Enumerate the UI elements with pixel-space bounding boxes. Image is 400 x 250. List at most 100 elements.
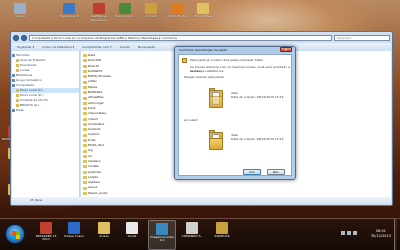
- file-name: models: [88, 164, 99, 169]
- drive-icon: [16, 104, 19, 107]
- desktop-icon-label: HyperSnap 6: [59, 14, 79, 18]
- folder-icon: [83, 149, 87, 153]
- nav-item-label: Rede: [16, 108, 24, 112]
- taskbar-item[interactable]: ImageConverter 4.0: [148, 220, 176, 250]
- desktop-icon[interactable]: HyperSnap 6: [56, 3, 82, 19]
- folder-icon: [83, 96, 87, 100]
- nav-section-icon: [12, 84, 15, 87]
- desktop-icon-label: Fotografias: [194, 14, 212, 18]
- folder-icon: [83, 101, 87, 105]
- folder-icon: [83, 165, 87, 169]
- file-name: DirectX: [88, 63, 100, 68]
- taskbar-item[interactable]: Gmail: [118, 220, 146, 250]
- taskbar-item-label: Avisos: [99, 234, 109, 238]
- file-name: Direct3D: [88, 58, 102, 63]
- with-label: por esta?: [184, 118, 198, 122]
- desktop-icon[interactable]: Fotografias: [190, 3, 216, 19]
- nav-item-label: Locais: [20, 68, 30, 72]
- clock[interactable]: 06:01 30/12/2013: [371, 229, 391, 238]
- toolbar-button[interactable]: Gravar: [120, 45, 130, 49]
- taskbar-item-label: Picasa 3 Iaus: [64, 234, 84, 238]
- nav-section-icon: [12, 54, 15, 57]
- drive-icon: [16, 99, 19, 102]
- toolbar-button[interactable]: Incluir na biblioteca ▾: [42, 45, 74, 49]
- network-icon[interactable]: [347, 231, 351, 235]
- volume-icon[interactable]: [353, 231, 357, 235]
- file-name: log: [88, 148, 93, 153]
- windows-flag-icon: [12, 231, 20, 239]
- drive-icon: [16, 94, 19, 97]
- taskbar-item[interactable]: DESKARBS 13 2013: [32, 220, 60, 250]
- folder-icon: [83, 64, 87, 68]
- yes-button[interactable]: Sim: [243, 169, 261, 175]
- file-name: shaders: [88, 180, 100, 185]
- nav-item[interactable]: Rede: [12, 108, 79, 113]
- desktop-icon[interactable]: Mozilla Firefox: [164, 3, 190, 19]
- incoming-folder-date: Data de criação: 08/12/2010 15:15: [231, 137, 284, 141]
- folder-icon: [83, 59, 87, 63]
- dialog-question: Deseja mesclar esta pasta: [184, 75, 224, 79]
- dialog-line-1: Esta pasta já contém uma pasta chamada '…: [190, 58, 265, 62]
- nav-item-label: Computador: [16, 83, 35, 87]
- tray-icons: [341, 231, 357, 235]
- file-name: artmonger: [88, 100, 104, 105]
- folder-icon: [83, 107, 87, 111]
- folder-icon: [83, 138, 87, 142]
- dialog-line-3: se deseja substituí-los.: [190, 69, 225, 73]
- toolbar-button[interactable]: Compartilhar com ▾: [82, 45, 111, 49]
- back-arrow-icon[interactable]: [13, 35, 19, 41]
- clock-date: 30/12/2013: [370, 233, 391, 238]
- taskbar-item[interactable]: COMANDO S..: [178, 220, 206, 250]
- drive-icon: [16, 89, 19, 92]
- existing-folder-icon: [209, 88, 223, 108]
- forward-arrow-icon[interactable]: [21, 35, 27, 41]
- start-button[interactable]: [5, 224, 25, 244]
- app-icon: [216, 222, 228, 234]
- show-desktop-button[interactable]: [394, 219, 397, 250]
- nav-item-label: Favoritos: [16, 53, 30, 57]
- incoming-folder-icon: [209, 130, 223, 150]
- status-bar: 25 itens: [12, 197, 391, 204]
- app-icon: [14, 3, 26, 14]
- desktop-icon[interactable]: EasyCompr...: [112, 3, 138, 19]
- desktop-icon-label: Lixeira: [15, 14, 25, 18]
- nav-item-label: Grupo doméstico: [16, 78, 42, 82]
- taskbar-item[interactable]: Picasa 3 Iaus: [60, 220, 88, 250]
- file-name: Controllers: [88, 121, 105, 126]
- system-tray: 06:01 30/12/2013: [341, 219, 397, 250]
- nav-item-label: Disco Local (D:): [20, 93, 44, 97]
- taskbar: DESKARBS 13 2013 Picasa 3 Iaus Avisos Gmail…: [0, 218, 400, 250]
- file-name: particles: [88, 169, 101, 174]
- taskbar-item[interactable]: SAKIRUCK: [208, 220, 236, 250]
- existing-folder-date: Data de criação: 08/12/2010 15:15: [231, 95, 284, 99]
- app-icon: [40, 222, 52, 234]
- address-bar[interactable]: Computador ▸ Disco Local (C:) ▸ Arquivos…: [29, 35, 332, 41]
- desktop-icon[interactable]: RAWMaker Remediant: [86, 3, 112, 22]
- file-name: sound: [88, 185, 98, 190]
- toolbar-button[interactable]: Organizar ▾: [17, 45, 34, 49]
- desktop-icon[interactable]: Comodo: [138, 3, 164, 19]
- search-input[interactable]: Pesquisar: [334, 35, 390, 41]
- folder-icon: [83, 123, 87, 127]
- toolbar-button[interactable]: Nova pasta: [138, 45, 155, 49]
- drive-icon: [16, 64, 19, 67]
- no-button[interactable]: Não: [267, 169, 285, 175]
- taskbar-item[interactable]: Avisos: [90, 220, 118, 250]
- app-icon: [126, 222, 138, 234]
- nav-item-label: Área de Trabalho: [20, 58, 46, 62]
- file-name: collect: [88, 116, 98, 121]
- folder-icon: [83, 91, 87, 95]
- folder-icon: [83, 112, 87, 116]
- file-name: HDSA_Tool: [88, 143, 104, 148]
- file-name: Controls: [88, 127, 101, 132]
- file-name: Custom: [88, 132, 100, 137]
- desktop-icon[interactable]: Lixeira: [7, 3, 33, 19]
- taskbar-item-label: Gmail: [127, 234, 137, 238]
- dialog-close-button[interactable]: ✕: [280, 47, 292, 52]
- confirm-folder-replace-dialog: Confirmar substituição de pasta ✕ Esta p…: [174, 46, 296, 180]
- folder-icon: [83, 154, 87, 158]
- file-name: scripts: [88, 174, 98, 179]
- file-name: Mpres: [88, 84, 98, 89]
- arrow-up-icon[interactable]: [341, 231, 345, 235]
- file-name: Data: [88, 53, 96, 57]
